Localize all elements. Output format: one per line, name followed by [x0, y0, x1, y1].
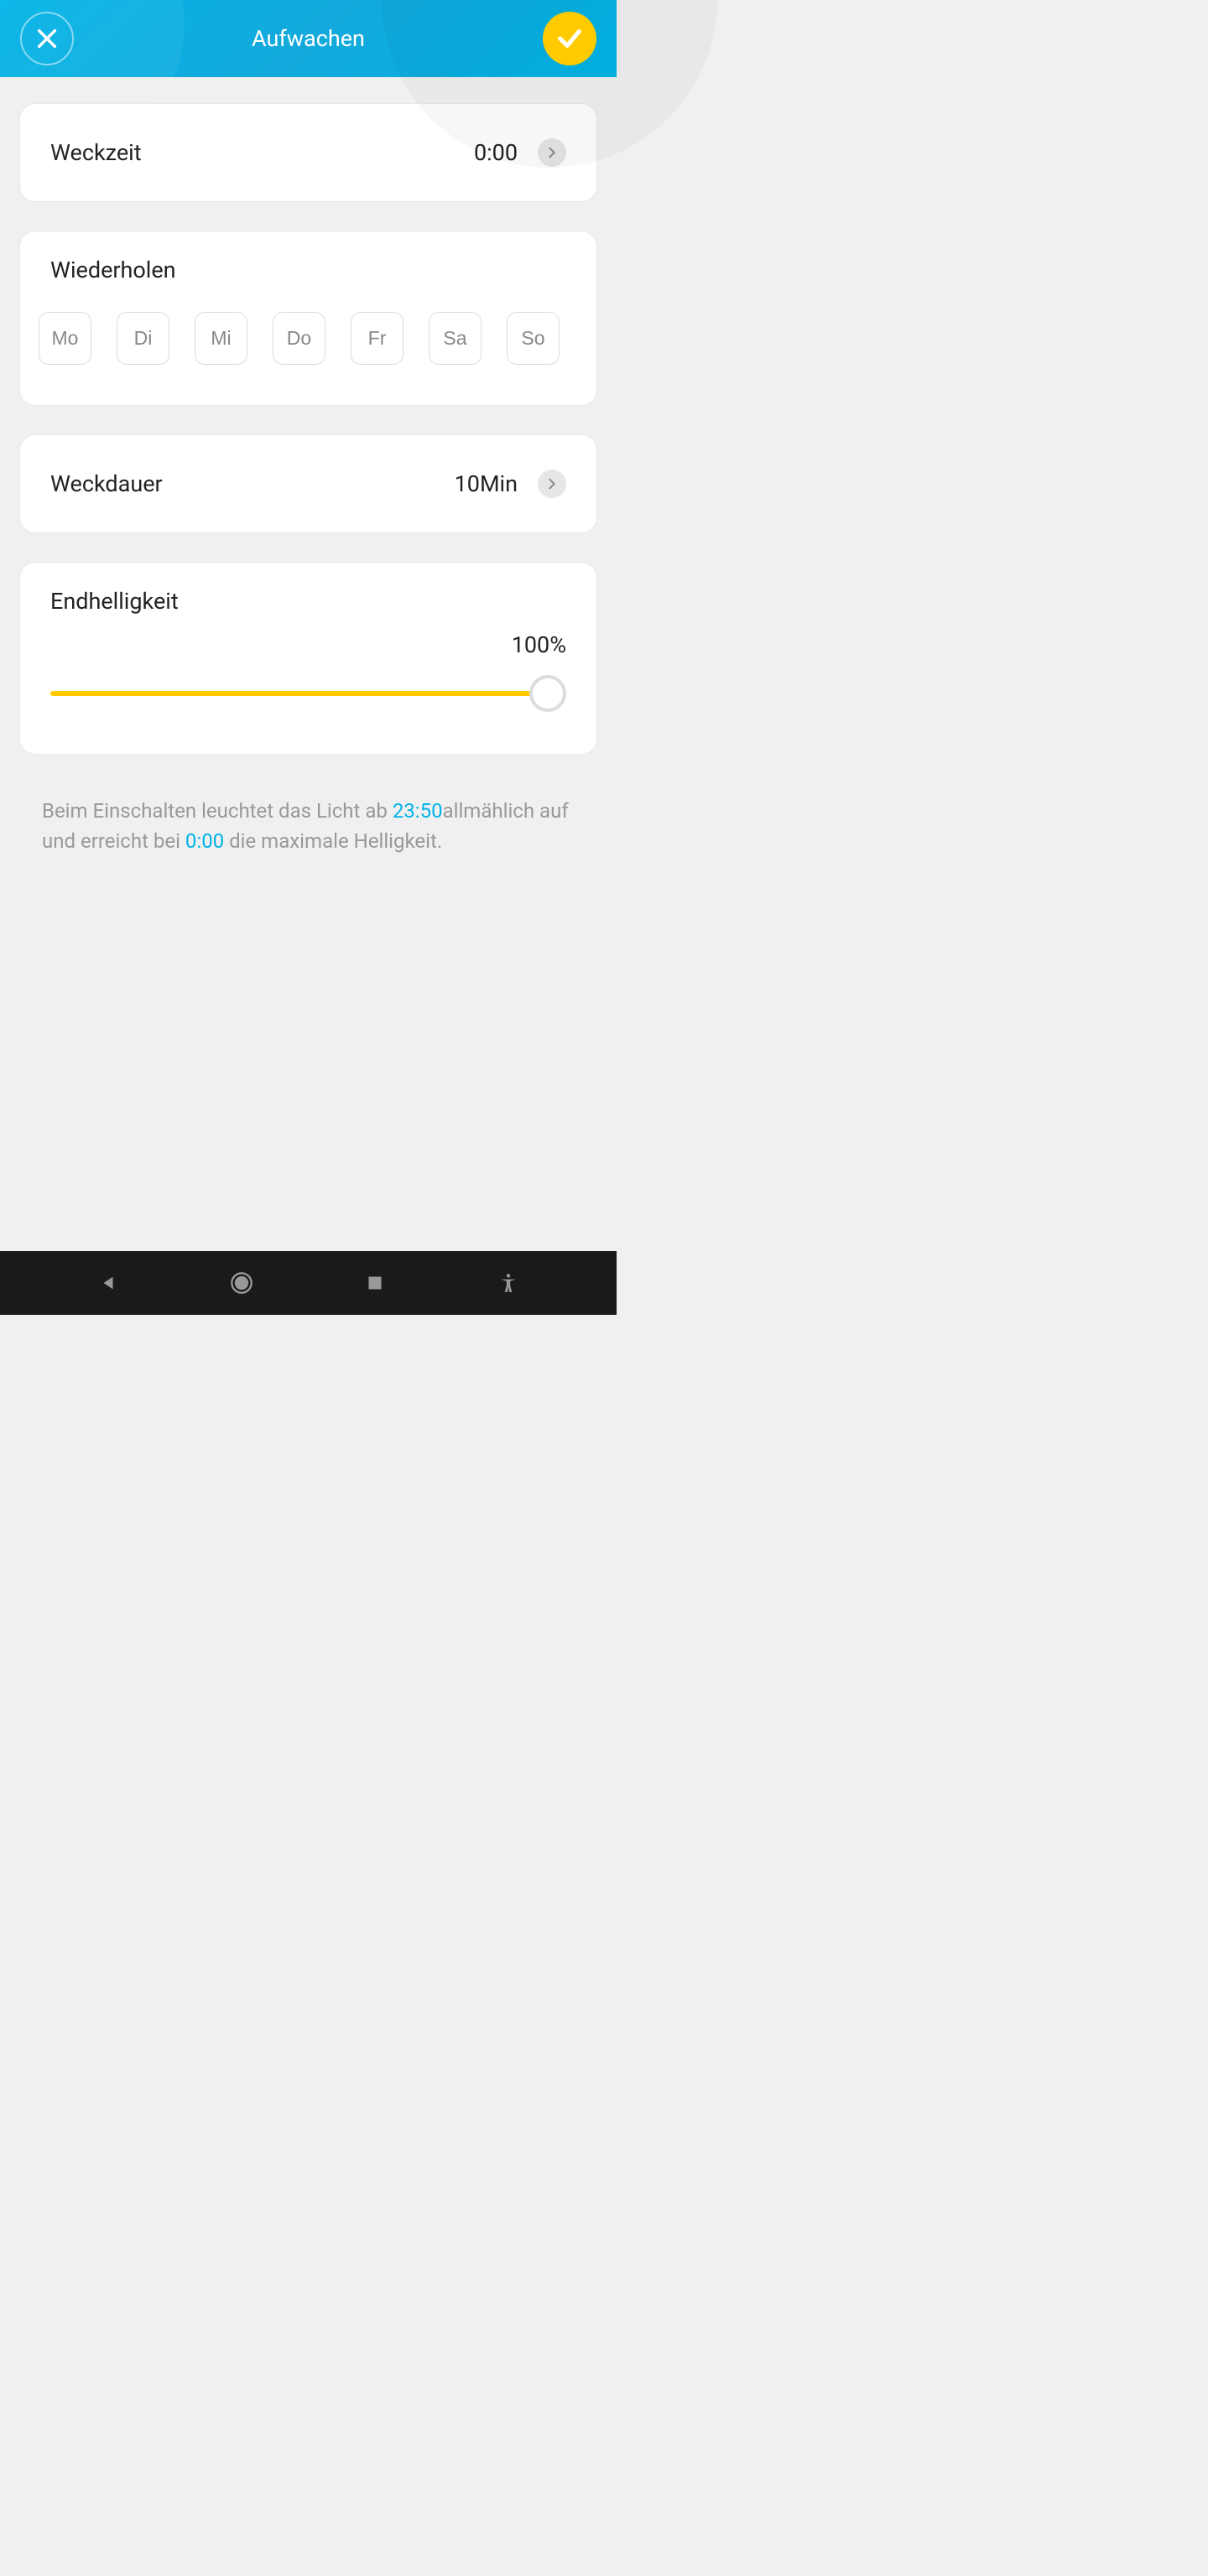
day-mi[interactable]: Mi — [195, 312, 247, 365]
slider-track — [50, 691, 548, 696]
circle-home-icon — [230, 1271, 253, 1295]
nav-recent-button[interactable] — [358, 1266, 392, 1300]
brightness-value: 100% — [50, 631, 566, 658]
page-title: Aufwachen — [252, 25, 365, 52]
header: Aufwachen — [0, 0, 617, 77]
chevron-right-icon — [538, 470, 566, 498]
brightness-slider[interactable] — [50, 675, 566, 712]
day-sa[interactable]: Sa — [429, 312, 482, 365]
footer-description: Beim Einschalten leuchtet das Licht ab 2… — [20, 784, 596, 856]
days-row: Mo Di Mi Do Fr Sa So — [39, 312, 566, 365]
day-mo[interactable]: Mo — [39, 312, 91, 365]
slider-thumb[interactable] — [529, 675, 566, 712]
brightness-label: Endhelligkeit — [50, 588, 566, 615]
duration-value: 10Min — [455, 470, 518, 497]
content-area: Weckzeit 0:00 Wiederholen Mo Di Mi Do Fr… — [0, 77, 617, 1251]
triangle-back-icon — [99, 1274, 117, 1292]
duration-label: Weckdauer — [50, 470, 163, 497]
nav-home-button[interactable] — [225, 1266, 258, 1300]
square-recent-icon — [367, 1275, 383, 1291]
day-so[interactable]: So — [507, 312, 560, 365]
repeat-label: Wiederholen — [50, 257, 566, 283]
close-icon — [35, 27, 59, 50]
duration-card[interactable]: Weckdauer 10Min — [20, 435, 596, 532]
day-do[interactable]: Do — [273, 312, 325, 365]
nav-back-button[interactable] — [91, 1266, 125, 1300]
check-icon — [555, 24, 584, 53]
confirm-button[interactable] — [543, 12, 596, 65]
brightness-card: Endhelligkeit 100% — [20, 563, 596, 754]
end-time-highlight: 0:00 — [185, 829, 224, 853]
day-fr[interactable]: Fr — [351, 312, 404, 365]
accessibility-icon — [497, 1272, 519, 1294]
nav-accessibility-button[interactable] — [492, 1266, 525, 1300]
repeat-card: Wiederholen Mo Di Mi Do Fr Sa So — [20, 231, 596, 405]
system-navbar — [0, 1251, 617, 1315]
close-button[interactable] — [20, 12, 74, 65]
start-time-highlight: 23:50 — [393, 799, 443, 823]
day-di[interactable]: Di — [117, 312, 169, 365]
